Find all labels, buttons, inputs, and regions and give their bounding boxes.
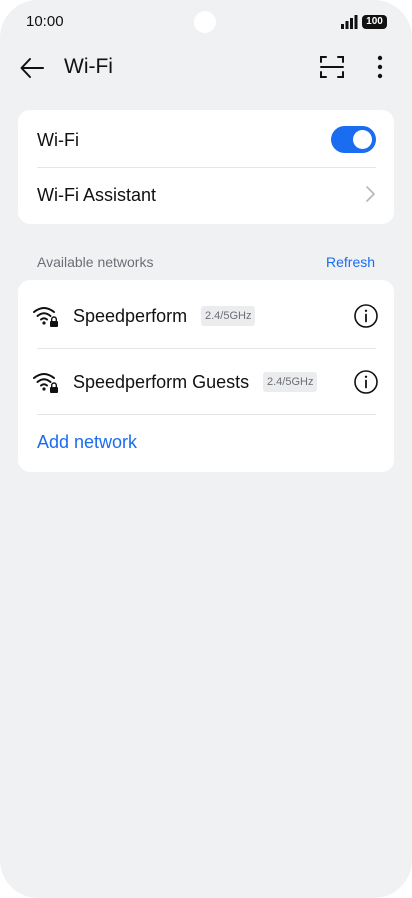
divider [37, 348, 376, 349]
divider [37, 414, 376, 415]
wifi-toggle[interactable] [331, 126, 376, 153]
status-time: 10:00 [26, 13, 64, 30]
divider [37, 167, 376, 168]
app-bar: Wi-Fi [0, 46, 412, 90]
band-badge: 2.4/5GHz [201, 306, 256, 326]
status-bar: 10:00 100 [0, 0, 412, 46]
more-vertical-icon[interactable] [368, 54, 392, 80]
battery-icon: 100 [362, 15, 387, 29]
page-title: Wi-Fi [64, 55, 113, 78]
wifi-settings-card: Wi-Fi Wi-Fi Assistant [18, 110, 394, 224]
add-network-button[interactable]: Add network [37, 432, 137, 453]
info-icon[interactable] [353, 369, 379, 395]
toggle-knob [353, 130, 372, 149]
scan-qr-icon[interactable] [319, 54, 345, 80]
camera-cutout [194, 11, 216, 33]
signal-icon [341, 15, 358, 29]
wifi-assistant-item[interactable]: Wi-Fi Assistant [37, 185, 156, 206]
network-name: Speedperform Guests [73, 372, 250, 392]
wifi-locked-icon [33, 307, 58, 327]
screen: 10:00 100 Wi-Fi Wi-Fi Wi-Fi Assistant Av… [0, 0, 412, 898]
back-arrow-icon[interactable] [18, 54, 46, 82]
networks-card: Speedperform 2.4/5GHz Speedperform Guest… [18, 280, 394, 472]
chevron-right-icon [366, 186, 375, 202]
band-badge: 2.4/5GHz [263, 372, 318, 392]
wifi-locked-icon [33, 373, 58, 393]
refresh-button[interactable]: Refresh [326, 254, 375, 270]
available-networks-heading: Available networks [37, 254, 154, 270]
network-name: Speedperform [73, 306, 188, 326]
wifi-toggle-label: Wi-Fi [37, 130, 79, 150]
info-icon[interactable] [353, 303, 379, 329]
